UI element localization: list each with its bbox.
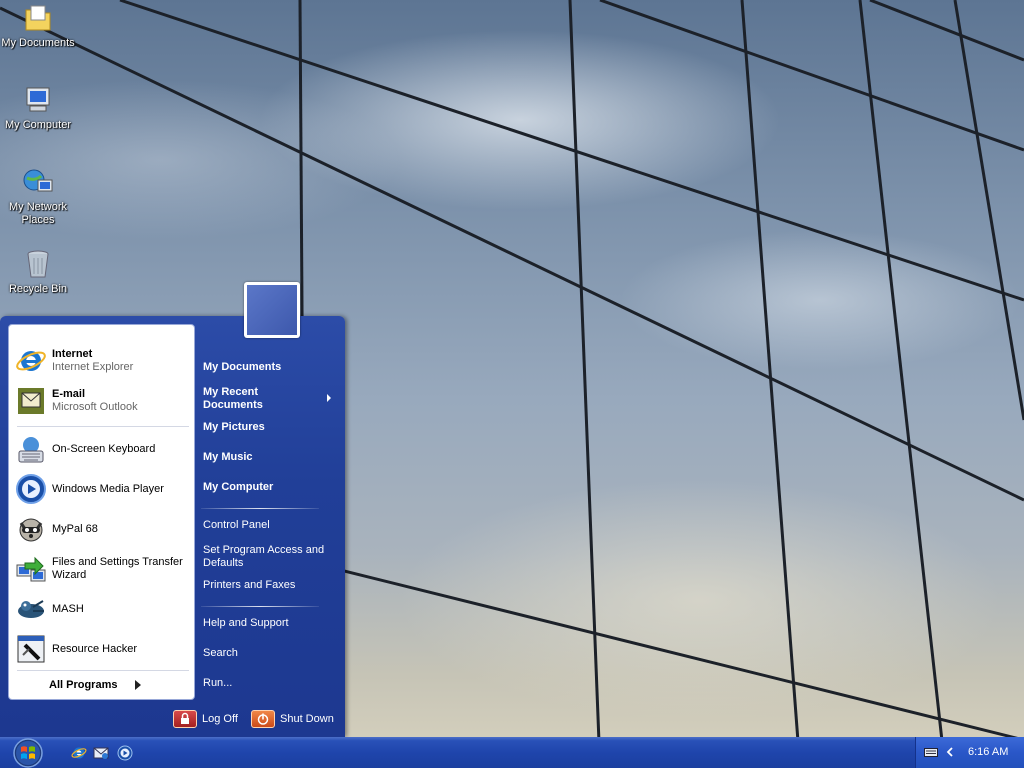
- quicklaunch-media-player-icon[interactable]: [117, 745, 133, 761]
- all-programs-button[interactable]: All Programs: [49, 679, 142, 691]
- run-item[interactable]: Run...: [203, 677, 333, 690]
- desktop-icon-label: My Network Places: [8, 201, 68, 226]
- taskbar: [0, 737, 1024, 768]
- recent-program-mash[interactable]: MASH: [15, 591, 191, 627]
- arrow-right-icon: [135, 680, 142, 690]
- system-set-program-access[interactable]: Set Program Access and Defaults: [203, 544, 328, 570]
- shut-down-button[interactable]: Shut Down: [251, 710, 334, 728]
- all-programs-separator: [17, 670, 189, 671]
- quicklaunch-outlook-express-icon[interactable]: [93, 745, 109, 761]
- desktop-icon-recycle-bin[interactable]: Recycle Bin: [0, 248, 76, 296]
- program-label: MyPal 68: [52, 522, 98, 535]
- pinned-email[interactable]: E-mail Microsoft Outlook: [15, 383, 191, 419]
- program-label: On-Screen Keyboard: [52, 442, 156, 455]
- pinned-subtitle: Internet Explorer: [52, 361, 134, 373]
- help-and-support[interactable]: Help and Support: [203, 617, 333, 630]
- transfer-wizard-icon: [15, 553, 47, 585]
- place-my-pictures[interactable]: My Pictures: [203, 421, 333, 434]
- mash-icon: [15, 593, 47, 625]
- program-label: Windows Media Player: [52, 482, 164, 495]
- internet-explorer-icon: [15, 345, 47, 377]
- folder-icon: [22, 2, 54, 34]
- windows-logo-icon: [13, 738, 43, 768]
- pinned-title: Internet: [52, 348, 93, 360]
- computer-icon: [22, 84, 54, 116]
- desktop-icon-my-documents[interactable]: My Documents: [0, 2, 76, 50]
- desktop-icon-my-network-places[interactable]: My Network Places: [0, 166, 76, 227]
- recent-program-files-and-settings-transfer-wizard[interactable]: Files and Settings Transfer Wizard: [15, 551, 191, 587]
- desktop-icon-label: Recycle Bin: [8, 283, 68, 295]
- pinned-title: E-mail: [52, 388, 86, 400]
- user-picture[interactable]: [244, 282, 300, 338]
- mypal-icon: [15, 513, 47, 545]
- log-off-label: Log Off: [202, 713, 238, 725]
- recycle-bin-icon: [22, 248, 54, 280]
- log-off-button[interactable]: Log Off: [173, 710, 238, 728]
- place-my-music[interactable]: My Music: [203, 451, 333, 464]
- program-label: Files and Settings Transfer Wizard: [52, 556, 183, 581]
- keyboard-tray-icon[interactable]: [924, 746, 938, 758]
- system-printers-and-faxes[interactable]: Printers and Faxes: [203, 579, 333, 592]
- desktop-icon-label: My Documents: [1, 37, 75, 49]
- recent-program-resource-hacker[interactable]: Resource Hacker: [15, 631, 191, 667]
- start-menu-left-pane: Internet Internet Explorer E-mail Microsof…: [8, 324, 195, 700]
- recent-program-windows-media-player[interactable]: Windows Media Player: [15, 471, 191, 507]
- lock-icon: [173, 710, 197, 728]
- resource-hacker-icon: [15, 633, 47, 665]
- pinned-subtitle: Microsoft Outlook: [52, 401, 138, 413]
- power-icon: [251, 710, 275, 728]
- keyboard-icon: [15, 433, 47, 465]
- quicklaunch-internet-explorer-icon[interactable]: [71, 745, 87, 761]
- right-pane-separator: [201, 508, 319, 509]
- program-label: Resource Hacker: [52, 642, 137, 655]
- pinned-internet[interactable]: Internet Internet Explorer: [15, 343, 191, 379]
- network-icon: [22, 166, 54, 198]
- desktop-icon-my-computer[interactable]: My Computer: [0, 84, 76, 132]
- desktop-icon-label: My Computer: [4, 119, 72, 131]
- recent-program-on-screen-keyboard[interactable]: On-Screen Keyboard: [15, 431, 191, 467]
- place-my-documents[interactable]: My Documents: [203, 361, 333, 374]
- start-button[interactable]: [8, 738, 48, 768]
- place-my-recent-documents[interactable]: My Recent Documents: [203, 386, 313, 412]
- system-control-panel[interactable]: Control Panel: [203, 519, 333, 532]
- right-pane-separator: [201, 606, 319, 607]
- search-item[interactable]: Search: [203, 647, 333, 660]
- chevron-left-icon[interactable]: [946, 747, 954, 757]
- all-programs-label: All Programs: [49, 679, 118, 691]
- recent-program-mypal-68[interactable]: MyPal 68: [15, 511, 191, 547]
- media-player-icon: [15, 473, 47, 505]
- outlook-icon: [15, 385, 47, 417]
- pinned-separator: [17, 426, 189, 427]
- shut-down-label: Shut Down: [280, 713, 334, 725]
- program-label: MASH: [52, 602, 84, 615]
- clock[interactable]: 6:16 AM: [968, 746, 1008, 758]
- place-my-computer[interactable]: My Computer: [203, 481, 333, 494]
- submenu-arrow-icon: [327, 394, 331, 402]
